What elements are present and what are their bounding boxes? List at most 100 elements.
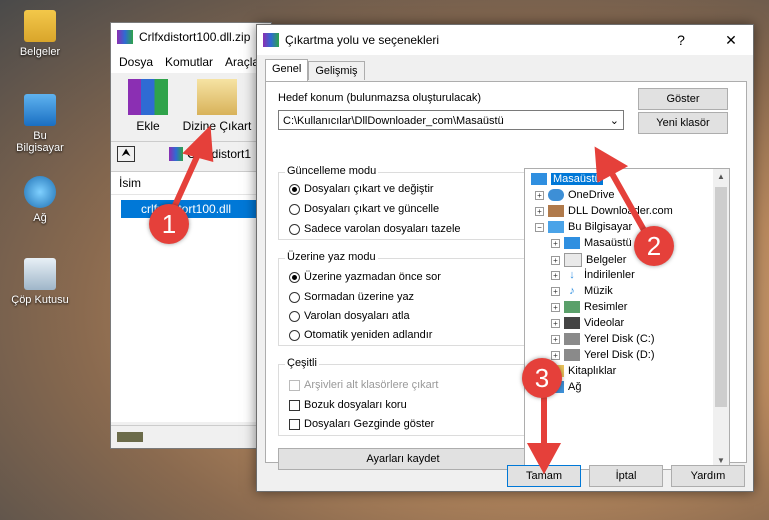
new-folder-button[interactable]: Yeni klasör bbox=[638, 112, 728, 134]
archive-add-icon bbox=[128, 79, 168, 115]
option-label: Sormadan üzerine yaz bbox=[304, 291, 415, 303]
extract-options-dialog: Çıkartma yolu ve seçenekleri ? ✕ Genel G… bbox=[256, 24, 754, 492]
overwrite-mode-option[interactable]: Otomatik yeniden adlandır bbox=[289, 329, 432, 341]
ok-button[interactable]: Tamam bbox=[507, 465, 581, 487]
column-name-header[interactable]: İsim bbox=[111, 172, 271, 195]
tree-node-user[interactable]: + DLL Downloader.com bbox=[535, 205, 673, 217]
tree-node-pc-desktop[interactable]: + Masaüstü bbox=[551, 237, 632, 249]
chevron-down-icon[interactable]: ⌄ bbox=[610, 111, 619, 131]
option-label: Arşivleri alt klasörlere çıkart bbox=[304, 379, 439, 391]
desktop-label: Belgeler bbox=[19, 46, 61, 58]
menu-commands[interactable]: Komutlar bbox=[165, 55, 213, 69]
expand-icon[interactable]: + bbox=[551, 238, 560, 248]
desktop-icon bbox=[531, 173, 547, 185]
dialog-title: Çıkartma yolu ve seçenekleri bbox=[285, 33, 440, 47]
cancel-button[interactable]: İptal bbox=[589, 465, 663, 487]
desktop-network[interactable]: Ağ bbox=[8, 176, 72, 224]
misc-group: Çeşitli Arşivleri alt klasörlere çıkart … bbox=[278, 357, 528, 436]
desktop-documents[interactable]: Belgeler bbox=[8, 10, 72, 58]
menu-tools[interactable]: Araçla bbox=[225, 55, 259, 69]
help-button[interactable]: ? bbox=[659, 32, 703, 48]
expand-icon[interactable]: + bbox=[551, 302, 560, 312]
checkbox-icon bbox=[289, 399, 300, 411]
update-mode-option[interactable]: Dosyaları çıkart ve değiştir bbox=[289, 183, 434, 195]
winrar-app-icon bbox=[263, 33, 279, 47]
desktop-this-pc[interactable]: Bu Bilgisayar bbox=[8, 94, 72, 154]
tree-node-disk-d[interactable]: + Yerel Disk (D:) bbox=[551, 349, 655, 361]
show-button[interactable]: Göster bbox=[638, 88, 728, 110]
expand-icon[interactable]: + bbox=[535, 190, 544, 200]
misc-option-disabled: Arşivleri alt klasörlere çıkart bbox=[289, 379, 438, 391]
expand-icon[interactable]: + bbox=[535, 206, 544, 216]
desktop-label: Bu Bilgisayar bbox=[16, 130, 64, 154]
expand-icon[interactable]: + bbox=[551, 350, 560, 360]
overwrite-mode-title: Üzerine yaz modu bbox=[285, 251, 378, 263]
tree-node-videos[interactable]: + Videolar bbox=[551, 317, 624, 329]
tab-general[interactable]: Genel bbox=[265, 59, 309, 81]
checkbox-icon bbox=[289, 418, 300, 430]
add-button[interactable]: Ekle bbox=[119, 79, 177, 133]
expand-icon[interactable]: + bbox=[551, 286, 560, 296]
file-row[interactable]: crlfxdistort100.dll bbox=[121, 200, 276, 218]
overwrite-mode-group: Üzerine yaz modu Üzerine yazmadan önce s… bbox=[278, 251, 528, 346]
expand-icon[interactable]: + bbox=[551, 270, 560, 280]
update-mode-option[interactable]: Sadece varolan dosyaları tazele bbox=[289, 223, 461, 235]
expand-icon[interactable]: + bbox=[551, 255, 560, 265]
desktop-recycle-bin[interactable]: Çöp Kutusu bbox=[8, 258, 72, 306]
tree-scrollbar[interactable]: ▲ ▼ bbox=[713, 169, 729, 469]
radio-icon bbox=[289, 271, 300, 283]
up-folder-icon[interactable]: ⮝ bbox=[117, 146, 135, 162]
overwrite-mode-option[interactable]: Varolan dosyaları atla bbox=[289, 310, 410, 322]
dialog-tabs: Genel Gelişmiş bbox=[265, 59, 365, 81]
misc-option[interactable]: Bozuk dosyaları koru bbox=[289, 399, 407, 411]
tree-label: Kitaplıklar bbox=[568, 365, 617, 377]
misc-option[interactable]: Dosyaları Gezginde göster bbox=[289, 418, 434, 430]
winrar-file-list: İsim crlfxdistort100.dll bbox=[111, 171, 276, 422]
tree-label: Masaüstü bbox=[551, 173, 603, 185]
overwrite-mode-option[interactable]: Üzerine yazmadan önce sor bbox=[289, 271, 441, 283]
tree-node-music[interactable]: + ♪ Müzik bbox=[551, 285, 613, 297]
collapse-icon[interactable]: − bbox=[535, 222, 544, 232]
expand-icon[interactable]: + bbox=[551, 318, 560, 328]
tree-node-onedrive[interactable]: + OneDrive bbox=[535, 189, 614, 201]
scrollbar-thumb[interactable] bbox=[715, 187, 727, 407]
option-label: Dosyaları çıkart ve değiştir bbox=[304, 183, 434, 195]
annotation-badge-2: 2 bbox=[634, 226, 674, 266]
destination-path-value: C:\Kullanıcılar\DllDownloader_com\Masaüs… bbox=[283, 115, 504, 127]
tree-node-desktop[interactable]: Masaüstü bbox=[531, 173, 603, 185]
update-mode-option[interactable]: Dosyaları çıkart ve güncelle bbox=[289, 203, 439, 215]
destination-label: Hedef konum (bulunmazsa oluşturulacak) bbox=[278, 92, 481, 104]
general-tab-pane: Hedef konum (bulunmazsa oluşturulacak) C… bbox=[265, 81, 747, 470]
tree-node-downloads[interactable]: + ↓ İndirilenler bbox=[551, 269, 635, 281]
extract-to-button[interactable]: Dizine Çıkart bbox=[181, 79, 253, 133]
tree-label: Masaüstü bbox=[584, 237, 632, 249]
tree-node-pictures[interactable]: + Resimler bbox=[551, 301, 627, 313]
menu-file[interactable]: Dosya bbox=[119, 55, 153, 69]
drive-icon bbox=[117, 432, 143, 442]
winrar-statusbar bbox=[111, 425, 271, 448]
tree-label: DLL Downloader.com bbox=[568, 205, 673, 217]
network-icon bbox=[24, 176, 56, 208]
radio-icon bbox=[289, 310, 300, 322]
close-button[interactable]: ✕ bbox=[709, 32, 753, 49]
tree-node-documents[interactable]: + Belgeler bbox=[551, 253, 626, 267]
folder-tree[interactable]: Masaüstü + OneDrive + DLL Downloader.com… bbox=[524, 168, 730, 470]
computer-icon bbox=[24, 94, 56, 126]
tab-advanced[interactable]: Gelişmiş bbox=[308, 61, 365, 80]
destination-path-combo[interactable]: C:\Kullanıcılar\DllDownloader_com\Masaüs… bbox=[278, 110, 624, 130]
option-label: Varolan dosyaları atla bbox=[304, 310, 410, 322]
extract-label: Dizine Çıkart bbox=[182, 119, 252, 133]
tree-node-disk-c[interactable]: + Yerel Disk (C:) bbox=[551, 333, 655, 345]
expand-icon[interactable]: + bbox=[551, 334, 560, 344]
dialog-titlebar: Çıkartma yolu ve seçenekleri ? ✕ bbox=[257, 25, 753, 55]
winrar-title: Crlfxdistort100.dll.zip bbox=[139, 30, 251, 44]
save-settings-button[interactable]: Ayarları kaydet bbox=[278, 448, 528, 470]
recycle-bin-icon bbox=[24, 258, 56, 290]
scroll-up-icon[interactable]: ▲ bbox=[713, 169, 729, 185]
extract-folder-icon bbox=[197, 79, 237, 115]
tree-node-this-pc[interactable]: − Bu Bilgisayar bbox=[535, 221, 632, 233]
tree-label: Bu Bilgisayar bbox=[568, 221, 633, 233]
update-mode-group: Güncelleme modu Dosyaları çıkart ve deği… bbox=[278, 165, 528, 240]
help-dialog-button[interactable]: Yardım bbox=[671, 465, 745, 487]
overwrite-mode-option[interactable]: Sormadan üzerine yaz bbox=[289, 291, 414, 303]
